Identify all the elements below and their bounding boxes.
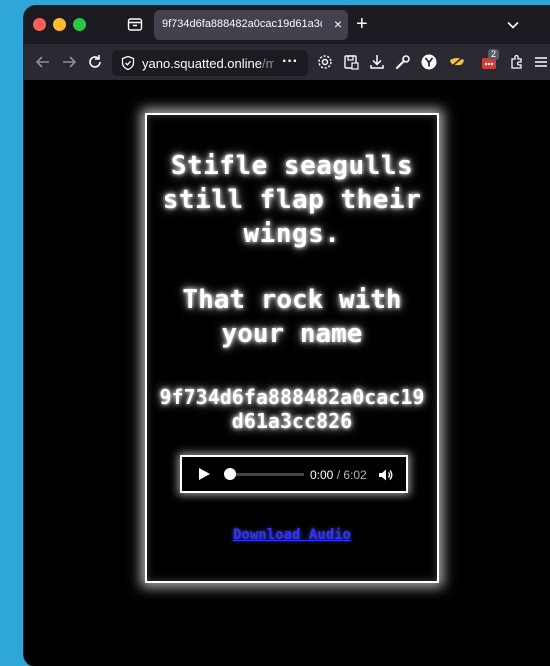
tab-title: 9f734d6fa888482a0cac19d61a3cc826 [162,18,322,30]
tab-close-button[interactable]: × [334,15,342,33]
shield-icon[interactable] [120,55,136,71]
page-actions-button[interactable]: ··· [282,53,298,71]
y-extension-icon[interactable] [420,53,438,71]
chevron-down-icon[interactable] [506,18,520,32]
wrench-icon[interactable] [394,53,412,71]
extensions-puzzle-icon[interactable] [508,53,526,71]
tab-bar: 9f734d6fa888482a0cac19d61a3cc826 × + [24,6,550,44]
url-text: yano.squatted.online/mo [142,56,274,71]
new-tab-button[interactable]: + [356,14,368,34]
volume-icon[interactable] [378,467,394,483]
tab-list-icon[interactable] [127,16,143,32]
page-content: Stifle seagulls still flap their wings. … [24,80,550,666]
song-title: Stifle seagulls still flap their wings. [162,151,422,249]
seek-handle[interactable] [224,468,236,480]
current-time: 0:00 [310,468,334,482]
zoom-window-button[interactable] [73,18,86,31]
minimize-window-button[interactable] [53,18,66,31]
audio-player: 0:00 / 6:02 [180,455,408,493]
download-icon[interactable] [368,53,386,71]
gear-icon[interactable] [316,53,334,71]
total-time: 6:02 [343,468,367,482]
url-host: yano.squatted.online [142,56,262,71]
song-card: Stifle seagulls still flap their wings. … [145,113,439,583]
extension-badge: 2 [488,49,500,60]
browser-window: 9f734d6fa888482a0cac19d61a3cc826 × + yan… [24,6,550,666]
mask-extension-icon[interactable] [448,53,466,71]
play-icon[interactable] [197,467,211,481]
seek-bar[interactable] [228,473,304,476]
download-audio-link[interactable]: Download Audio [147,527,437,543]
tab-active[interactable]: 9f734d6fa888482a0cac19d61a3cc826 × [154,10,348,40]
address-bar[interactable]: yano.squatted.online/mo ··· [112,50,308,76]
close-window-button[interactable] [33,18,46,31]
back-arrow-icon[interactable] [34,53,52,71]
time-display: 0:00 / 6:02 [310,468,367,482]
forward-arrow-icon[interactable] [60,53,78,71]
track-id: 9f734d6fa888482a0cac19d61a3cc826 [159,385,425,433]
time-separator: / [333,468,344,482]
menu-icon[interactable] [532,53,550,71]
reload-icon[interactable] [86,53,104,71]
save-page-icon[interactable] [342,53,360,71]
nav-toolbar: yano.squatted.online/mo ··· [24,44,550,80]
url-path: /mo [261,56,274,71]
song-subtitle: That rock with your name [182,285,402,349]
